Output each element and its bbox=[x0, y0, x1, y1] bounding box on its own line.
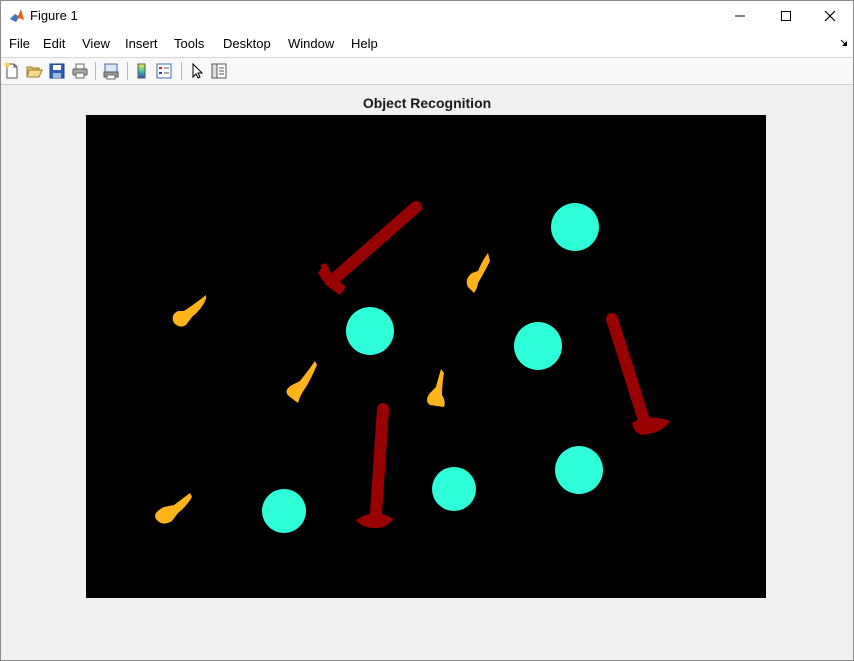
menu-insert[interactable]: Insert bbox=[125, 36, 158, 51]
figure-window: Figure 1 File Edit View Insert Tools Des… bbox=[0, 0, 854, 661]
pointer-icon[interactable] bbox=[188, 62, 206, 80]
segmented-image bbox=[86, 115, 766, 598]
washer-object bbox=[346, 307, 394, 355]
print-icon[interactable] bbox=[71, 62, 89, 80]
property-inspector-icon[interactable] bbox=[210, 62, 228, 80]
menu-help[interactable]: Help bbox=[351, 36, 378, 51]
washer-object bbox=[555, 446, 603, 494]
open-file-icon[interactable] bbox=[25, 62, 43, 80]
print-preview-icon[interactable] bbox=[102, 62, 120, 80]
maximize-button[interactable] bbox=[763, 1, 809, 31]
image-axes[interactable] bbox=[86, 115, 766, 598]
menu-view[interactable]: View bbox=[82, 36, 110, 51]
minimize-button[interactable] bbox=[717, 1, 763, 31]
close-button[interactable] bbox=[807, 1, 853, 31]
washer-object bbox=[551, 203, 599, 251]
menu-window[interactable]: Window bbox=[288, 36, 334, 51]
toolbar-separator bbox=[95, 62, 96, 80]
close-icon bbox=[824, 10, 836, 22]
maximize-icon bbox=[781, 11, 791, 21]
menu-desktop[interactable]: Desktop bbox=[223, 36, 271, 51]
legend-icon[interactable] bbox=[155, 62, 173, 80]
matlab-icon bbox=[10, 9, 24, 22]
toolbar-separator bbox=[127, 62, 128, 80]
washer-object bbox=[432, 467, 476, 511]
figure-toolbar bbox=[1, 57, 853, 85]
save-icon[interactable] bbox=[48, 62, 66, 80]
dock-arrow-icon[interactable] bbox=[840, 39, 848, 47]
title-bar[interactable]: Figure 1 bbox=[1, 1, 853, 31]
figure-canvas: Object Recognition bbox=[1, 85, 853, 660]
menu-edit[interactable]: Edit bbox=[43, 36, 65, 51]
colorbar-icon[interactable] bbox=[133, 62, 151, 80]
menu-file[interactable]: File bbox=[9, 36, 30, 51]
new-figure-icon[interactable] bbox=[3, 62, 21, 80]
washer-object bbox=[262, 489, 306, 533]
washer-object bbox=[514, 322, 562, 370]
toolbar-separator bbox=[181, 62, 182, 80]
window-title: Figure 1 bbox=[30, 8, 78, 23]
plot-title: Object Recognition bbox=[362, 95, 492, 111]
menu-tools[interactable]: Tools bbox=[174, 36, 204, 51]
minimize-icon bbox=[735, 15, 745, 17]
menu-bar: File Edit View Insert Tools Desktop Wind… bbox=[1, 31, 853, 57]
